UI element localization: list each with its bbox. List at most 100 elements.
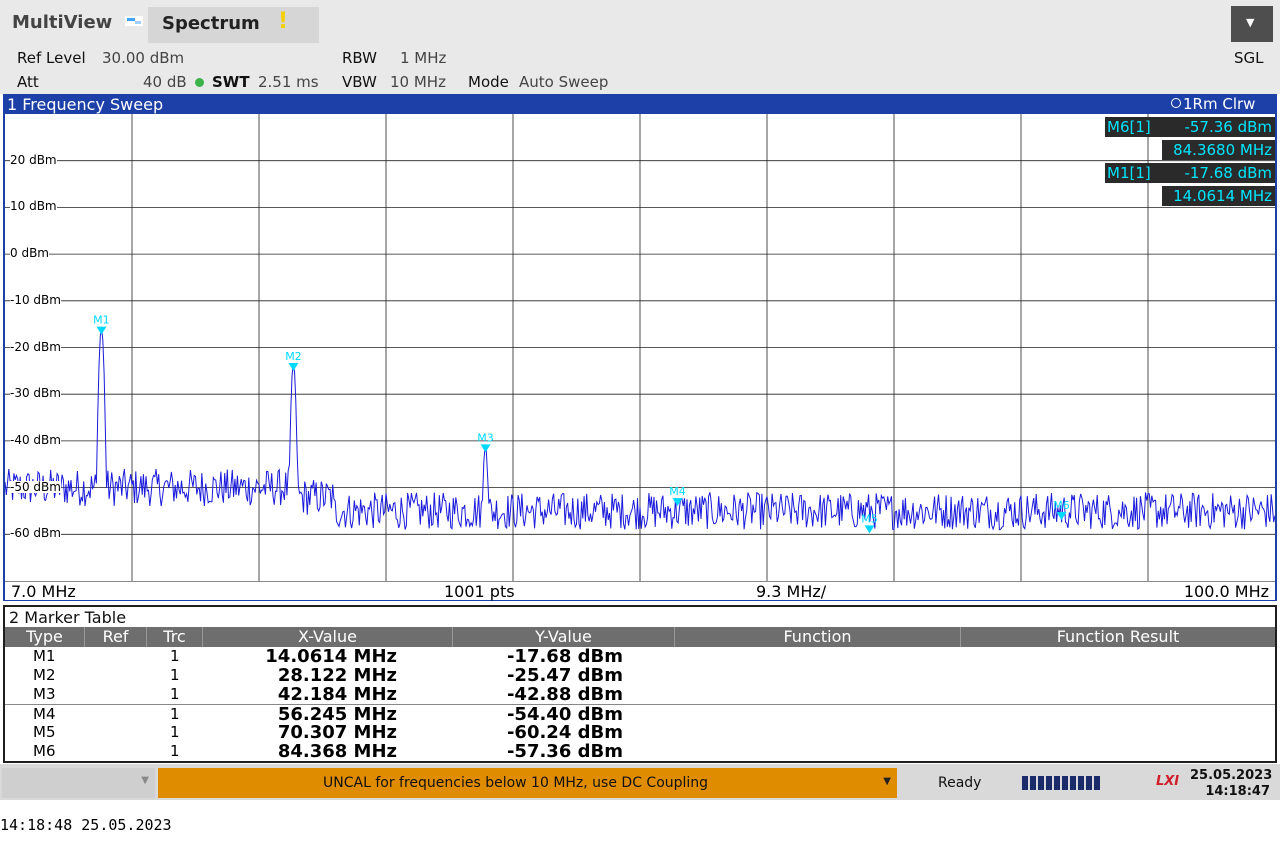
mode-label: Mode xyxy=(468,73,509,91)
marker-triangle xyxy=(96,326,107,335)
ref-level-value[interactable]: 30.00 dBm xyxy=(102,49,184,67)
cell-trc: 1 xyxy=(170,685,180,703)
cell-y-value: -42.88 dBm xyxy=(506,684,623,705)
status-bar: ▼ UNCAL for frequencies below 10 MHz, us… xyxy=(0,764,1280,800)
cell-trc: 1 xyxy=(170,705,180,723)
plot-markers: M1 M2 M3 M4 M5 M6 xyxy=(93,314,1070,534)
status-message: UNCAL for frequencies below 10 MHz, use … xyxy=(323,775,709,791)
x-start-label[interactable]: 7.0 MHz xyxy=(11,582,76,601)
cell-x-value: 84.368 MHz xyxy=(277,741,397,762)
status-date: 25.05.2023 xyxy=(1190,768,1273,783)
x-axis-info: 7.0 MHz 1001 pts 9.3 MHz/ 100.0 MHz xyxy=(5,581,1275,601)
span-per-div-label[interactable]: 9.3 MHz/ xyxy=(756,582,826,601)
status-message-bar[interactable]: UNCAL for frequencies below 10 MHz, use … xyxy=(158,768,897,798)
cell-x-value: 28.122 MHz xyxy=(277,665,397,686)
marker-label: M5 xyxy=(861,512,878,525)
y-tick-label: -30 dBm xyxy=(10,386,61,401)
att-label: Att xyxy=(17,73,39,91)
cell-type: M6 xyxy=(33,742,56,760)
col-x-value[interactable]: X-Value xyxy=(203,627,453,647)
mode-value[interactable]: Auto Sweep xyxy=(519,73,608,91)
trace-indicator[interactable]: 1Rm Clrw xyxy=(1171,95,1255,113)
y-tick-label: 0 dBm xyxy=(10,246,49,261)
tab-spectrum[interactable]: Spectrum ! xyxy=(148,7,319,43)
cell-type: M4 xyxy=(33,705,56,723)
marker-label: M1 xyxy=(93,314,110,327)
cell-y-value: -60.24 dBm xyxy=(506,722,623,743)
col-function-result[interactable]: Function Result xyxy=(961,627,1275,647)
swt-label: SWT xyxy=(212,73,250,91)
screenshot-timestamp: 14:18:48 25.05.2023 xyxy=(0,816,172,834)
cell-x-value: 70.307 MHz xyxy=(277,722,397,743)
cell-trc: 1 xyxy=(170,647,180,665)
table-row[interactable]: M3 1 42.184 MHz -42.88 dBm xyxy=(5,685,1275,704)
x-stop-label[interactable]: 100.0 MHz xyxy=(1184,582,1269,601)
warning-icon: ! xyxy=(278,9,289,34)
y-tick-label: -40 dBm xyxy=(10,432,61,447)
frequency-sweep-header: 1 Frequency Sweep 1Rm Clrw xyxy=(3,94,1277,114)
marker-table-header: Type Ref Trc X-Value Y-Value Function Fu… xyxy=(5,627,1275,647)
cell-type: M1 xyxy=(33,647,56,665)
table-row[interactable]: M1 1 14.0614 MHz -17.68 dBm xyxy=(5,647,1275,666)
col-ref[interactable]: Ref xyxy=(85,627,147,647)
marker-label: M3 xyxy=(477,431,494,444)
table-row[interactable]: M5 1 70.307 MHz -60.24 dBm xyxy=(5,723,1275,742)
col-function[interactable]: Function xyxy=(675,627,961,647)
chevron-down-icon: ▼ xyxy=(883,776,891,787)
window-title: 1 Frequency Sweep xyxy=(7,95,164,114)
cell-x-value: 42.184 MHz xyxy=(277,684,397,705)
tab-spectrum-label: Spectrum xyxy=(162,13,260,34)
window-title: 2 Marker Table xyxy=(9,608,127,627)
y-tick-label: -20 dBm xyxy=(10,339,61,354)
marker-info-level: -57.36 dBm xyxy=(1184,118,1272,136)
cell-y-value: -17.68 dBm xyxy=(506,646,623,667)
multiview-icon[interactable] xyxy=(125,16,143,26)
marker-label: M4 xyxy=(669,485,686,498)
cell-x-value: 14.0614 MHz xyxy=(265,646,397,667)
marker-triangle xyxy=(480,444,491,453)
marker-info-m1[interactable]: M1[1] -17.68 dBm xyxy=(1105,163,1275,183)
trace-indicator-text: 1Rm Clrw xyxy=(1183,95,1256,113)
vbw-label: VBW xyxy=(342,73,377,91)
ready-status: Ready xyxy=(938,775,982,791)
att-value[interactable]: 40 dB xyxy=(143,73,187,91)
y-tick-label: 10 dBm xyxy=(10,199,57,214)
status-dropdown[interactable]: ▼ xyxy=(2,768,155,798)
table-row[interactable]: M6 1 84.368 MHz -57.36 dBm xyxy=(5,742,1275,761)
status-time: 14:18:47 xyxy=(1205,784,1270,799)
vbw-value[interactable]: 10 MHz xyxy=(390,73,446,91)
marker-label: M6 xyxy=(1053,499,1070,512)
marker-info-freq: 14.0614 MHz xyxy=(1173,187,1272,205)
chevron-down-icon: ▼ xyxy=(1246,16,1255,29)
chevron-down-icon: ▼ xyxy=(141,775,149,786)
y-tick-label: 20 dBm xyxy=(10,152,57,167)
rbw-value[interactable]: 1 MHz xyxy=(400,49,446,67)
spectrum-plot[interactable]: M1 M2 M3 M4 M5 M6 xyxy=(5,114,1275,581)
points-label: 1001 pts xyxy=(444,582,515,601)
marker-info-m6[interactable]: M6[1] -57.36 dBm xyxy=(1105,117,1275,137)
cell-trc: 1 xyxy=(170,742,180,760)
marker-label: M2 xyxy=(285,350,302,363)
marker-info-m1-freq: 14.0614 MHz xyxy=(1162,186,1275,206)
y-tick-label: -60 dBm xyxy=(10,526,61,541)
cell-type: M2 xyxy=(33,666,56,684)
lxi-icon: LXI xyxy=(1156,774,1180,789)
table-row[interactable]: M2 1 28.122 MHz -25.47 dBm xyxy=(5,666,1275,685)
table-row[interactable]: M4 1 56.245 MHz -54.40 dBm xyxy=(5,704,1275,724)
ref-level-label: Ref Level xyxy=(17,49,86,67)
sweep-progress-bar xyxy=(1022,775,1102,790)
menu-dropdown-button[interactable]: ▼ xyxy=(1231,6,1273,42)
cell-y-value: -25.47 dBm xyxy=(506,665,623,686)
marker-triangle xyxy=(288,363,299,372)
marker-info-name: M6[1] xyxy=(1107,118,1151,136)
cell-trc: 1 xyxy=(170,723,180,741)
y-tick-label: -50 dBm xyxy=(10,479,61,494)
swt-value[interactable]: 2.51 ms xyxy=(258,73,319,91)
cell-type: M3 xyxy=(33,685,56,703)
col-type[interactable]: Type xyxy=(5,627,85,647)
marker-info-freq: 84.3680 MHz xyxy=(1173,141,1272,159)
col-trc[interactable]: Trc xyxy=(147,627,203,647)
marker-triangle xyxy=(864,525,875,534)
sgl-indicator: SGL xyxy=(1234,49,1264,67)
col-y-value[interactable]: Y-Value xyxy=(453,627,675,647)
